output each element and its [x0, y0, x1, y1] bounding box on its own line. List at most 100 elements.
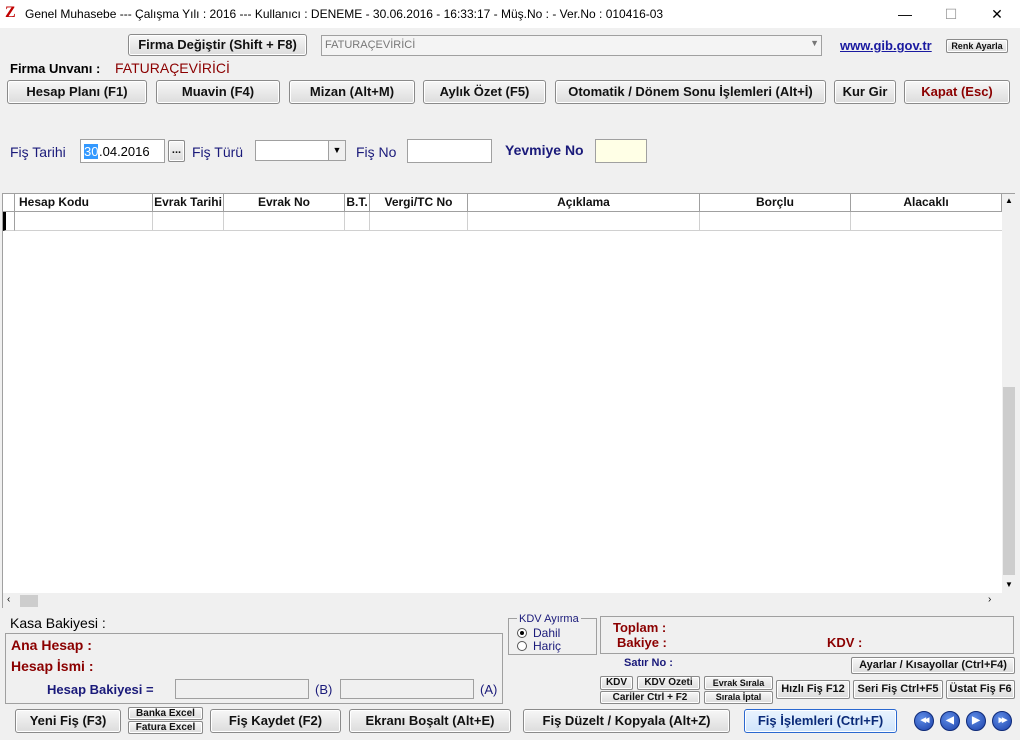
firma-select[interactable]: FATURAÇEVİRİCİ ▼: [321, 35, 822, 56]
horizontal-scrollbar[interactable]: ‹ ›: [3, 593, 1016, 609]
fis-tarihi-day: 30: [84, 144, 99, 159]
fis-turu-label: Fiş Türü: [192, 144, 244, 160]
kdv-ozeti-button[interactable]: KDV Özeti: [637, 676, 700, 690]
firma-unvani-label: Firma Unvanı :: [10, 61, 101, 76]
kur-gir-button[interactable]: Kur Gir: [834, 80, 896, 104]
firma-select-value: FATURAÇEVİRİCİ: [325, 39, 416, 51]
satir-no-label: Satır No :: [624, 657, 673, 669]
yevmiye-no-label: Yevmiye No: [505, 142, 584, 158]
gib-link[interactable]: www.gib.gov.tr: [840, 38, 932, 53]
yeni-fis-button[interactable]: Yeni Fiş (F3): [15, 709, 121, 733]
chevron-down-icon: ▼: [810, 38, 819, 48]
haric-radio[interactable]: [517, 641, 527, 651]
col-vergi-tc-no[interactable]: Vergi/TC No: [370, 194, 468, 212]
fis-tarihi-input[interactable]: 30 .04.2016: [80, 139, 165, 163]
cell-vergi-tc-no[interactable]: [370, 212, 468, 231]
col-bt[interactable]: B.T.: [345, 194, 370, 212]
toplam-label: Toplam :: [613, 620, 667, 635]
kdv-ayirma-group: KDV Ayırma Dahil Hariç: [508, 613, 597, 655]
cell-evrak-tarihi[interactable]: [153, 212, 224, 231]
maximize-button[interactable]: ☐: [928, 0, 974, 28]
previous-record-icon[interactable]: ◀: [940, 711, 960, 731]
sirala-iptal-button[interactable]: Sırala İptal: [704, 691, 773, 704]
chevron-down-icon[interactable]: ▼: [328, 141, 345, 160]
bakiye-label: Bakiye :: [617, 635, 667, 650]
b-label: (B): [315, 682, 333, 697]
fis-islemleri-button[interactable]: Fiş İşlemleri (Ctrl+F): [744, 709, 897, 733]
cell-evrak-no[interactable]: [224, 212, 345, 231]
dahil-label: Dahil: [533, 626, 561, 640]
hesap-bakiyesi-label: Hesap Bakiyesi =: [47, 682, 154, 697]
kdv-label: KDV :: [827, 635, 863, 650]
renk-ayarla-button[interactable]: Renk Ayarla: [946, 39, 1008, 53]
firma-unvani-value: FATURAÇEVİRİCİ: [115, 60, 230, 76]
fis-tarihi-rest: .04.2016: [99, 144, 150, 159]
firma-degistir-button[interactable]: Firma Değiştir (Shift + F8): [128, 34, 307, 56]
kasa-bakiyesi-label: Kasa Bakiyesi :: [10, 615, 106, 631]
mizan-button[interactable]: Mizan (Alt+M): [289, 80, 415, 104]
horizontal-scroll-thumb[interactable]: [20, 595, 38, 607]
cell-borclu[interactable]: [700, 212, 851, 231]
evrak-sirala-button[interactable]: Evrak Sırala: [704, 676, 773, 690]
scroll-right-icon[interactable]: ›: [988, 594, 991, 605]
next-record-icon[interactable]: ▶: [966, 711, 986, 731]
last-record-icon[interactable]: ▶▶: [992, 711, 1012, 731]
aylik-ozet-button[interactable]: Aylık Özet (F5): [423, 80, 546, 104]
row-indicator-header: [3, 194, 15, 212]
cell-hesap-kodu[interactable]: [15, 212, 153, 231]
fis-duzelt-kopyala-button[interactable]: Fiş Düzelt / Kopyala (Alt+Z): [523, 709, 730, 733]
col-evrak-tarihi[interactable]: Evrak Tarihi: [153, 194, 224, 212]
fis-kaydet-button[interactable]: Fiş Kaydet (F2): [210, 709, 341, 733]
cell-bt[interactable]: [345, 212, 370, 231]
cariler-button[interactable]: Cariler Ctrl + F2: [600, 691, 700, 704]
banka-excel-button[interactable]: Banka Excel: [128, 707, 203, 720]
kapat-button[interactable]: Kapat (Esc): [904, 80, 1010, 104]
toplam-panel: Toplam : Bakiye : KDV :: [600, 616, 1014, 654]
fis-grid[interactable]: Hesap Kodu Evrak Tarihi Evrak No B.T. Ve…: [2, 193, 1016, 609]
scroll-down-icon[interactable]: ▼: [1005, 580, 1013, 589]
cell-alacakli[interactable]: [851, 212, 1002, 231]
muavin-button[interactable]: Muavin (F4): [156, 80, 280, 104]
scroll-up-icon[interactable]: ▲: [1005, 196, 1013, 205]
app-logo-icon: Z: [5, 4, 16, 21]
ana-hesap-label: Ana Hesap :: [11, 637, 92, 653]
haric-label: Hariç: [533, 639, 562, 653]
a-label: (A): [480, 682, 498, 697]
hesap-plani-button[interactable]: Hesap Planı (F1): [7, 80, 147, 104]
col-evrak-no[interactable]: Evrak No: [224, 194, 345, 212]
hesap-ismi-label: Hesap İsmi :: [11, 658, 94, 674]
window-title: Genel Muhasebe --- Çalışma Yılı : 2016 -…: [25, 7, 664, 21]
fis-no-label: Fiş No: [356, 144, 397, 160]
hesap-info-panel: Ana Hesap : Hesap İsmi : Hesap Bakiyesi …: [5, 633, 503, 704]
date-picker-button[interactable]: ...: [168, 140, 185, 162]
first-record-icon[interactable]: ◀◀: [914, 711, 934, 731]
vertical-scroll-thumb[interactable]: [1003, 387, 1015, 575]
fis-no-input[interactable]: [407, 139, 492, 163]
col-alacakli[interactable]: Alacaklı: [851, 194, 1002, 212]
cell-aciklama[interactable]: [468, 212, 700, 231]
scroll-left-icon[interactable]: ‹: [7, 594, 10, 605]
dahil-radio[interactable]: [517, 628, 527, 638]
row-indicator[interactable]: [3, 212, 15, 231]
col-hesap-kodu[interactable]: Hesap Kodu: [15, 194, 153, 212]
ayarlar-kisayollar-button[interactable]: Ayarlar / Kısayollar (Ctrl+F4): [851, 657, 1015, 674]
hizli-fis-button[interactable]: Hızlı Fiş F12: [776, 680, 850, 699]
close-button[interactable]: ✕: [974, 0, 1020, 28]
hesap-bakiyesi-a-field: [340, 679, 474, 699]
minimize-button[interactable]: —: [882, 0, 928, 28]
fis-turu-select[interactable]: ▼: [255, 140, 346, 161]
vertical-scrollbar[interactable]: ▲ ▼: [1002, 194, 1016, 594]
kdv-ayirma-label: KDV Ayırma: [517, 613, 581, 625]
seri-fis-button[interactable]: Seri Fiş Ctrl+F5: [853, 680, 943, 699]
yevmiye-no-input[interactable]: [595, 139, 647, 163]
col-borclu[interactable]: Borçlu: [700, 194, 851, 212]
fatura-excel-button[interactable]: Fatura Excel: [128, 721, 203, 734]
hesap-bakiyesi-b-field: [175, 679, 309, 699]
kdv-button[interactable]: KDV: [600, 676, 633, 690]
otomatik-donem-sonu-button[interactable]: Otomatik / Dönem Sonu İşlemleri (Alt+İ): [555, 80, 826, 104]
col-aciklama[interactable]: Açıklama: [468, 194, 700, 212]
title-bar: Z Genel Muhasebe --- Çalışma Yılı : 2016…: [0, 0, 1020, 28]
ustat-fis-button[interactable]: Üstat Fiş F6: [946, 680, 1015, 699]
ekrani-bosalt-button[interactable]: Ekranı Boşalt (Alt+E): [349, 709, 511, 733]
fis-tarihi-label: Fiş Tarihi: [10, 144, 66, 160]
